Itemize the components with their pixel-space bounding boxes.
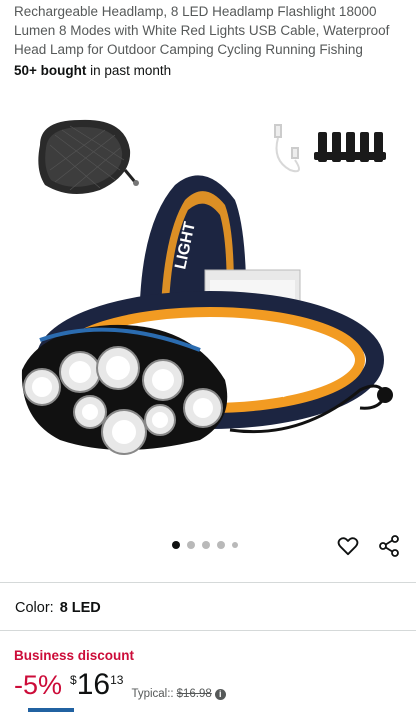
divider <box>0 582 416 583</box>
price-row: -5% $ 16 13 Typical:: $16.98 i <box>14 668 226 708</box>
typical-price-value: $16.98 <box>176 688 212 700</box>
product-image: LIGHT <box>21 119 393 455</box>
scroll-indicator <box>28 708 74 712</box>
carousel-dot[interactable] <box>217 541 225 549</box>
carousel-dots[interactable] <box>172 541 238 549</box>
share-button[interactable] <box>375 532 403 560</box>
carrying-case-image <box>38 119 139 194</box>
color-value: 8 LED <box>59 600 101 616</box>
discount-percent: -5% <box>14 670 63 700</box>
product-image-carousel[interactable]: LIGHT <box>0 90 416 530</box>
share-icon <box>379 535 399 557</box>
bought-count: 50+ bought <box>14 63 87 78</box>
heart-outline-icon <box>337 537 359 556</box>
carousel-dot[interactable] <box>187 541 195 549</box>
price-whole: 16 <box>76 668 111 701</box>
usb-cable-image <box>274 124 300 173</box>
price-fraction: 13 <box>110 673 124 687</box>
price-currency: $ <box>70 673 77 687</box>
carousel-dot-active[interactable] <box>172 541 180 549</box>
bought-info: 50+ bought in past month <box>14 62 171 80</box>
typical-price: Typical:: $16.98 i <box>131 688 226 700</box>
carousel-dot[interactable] <box>202 541 210 549</box>
typical-label: Typical:: <box>131 688 174 700</box>
info-icon[interactable]: i <box>214 688 226 700</box>
business-discount-label: Business discount <box>14 648 135 663</box>
divider <box>0 630 416 631</box>
color-label: Color: <box>15 600 54 616</box>
carousel-dot[interactable] <box>232 542 238 548</box>
color-variant[interactable]: Color: 8 LED <box>15 600 101 616</box>
bought-suffix: in past month <box>86 63 172 78</box>
favorite-button[interactable] <box>334 532 362 560</box>
product-title: Rechargeable Headlamp, 8 LED Headlamp Fl… <box>14 4 390 57</box>
clips-image <box>314 132 386 162</box>
